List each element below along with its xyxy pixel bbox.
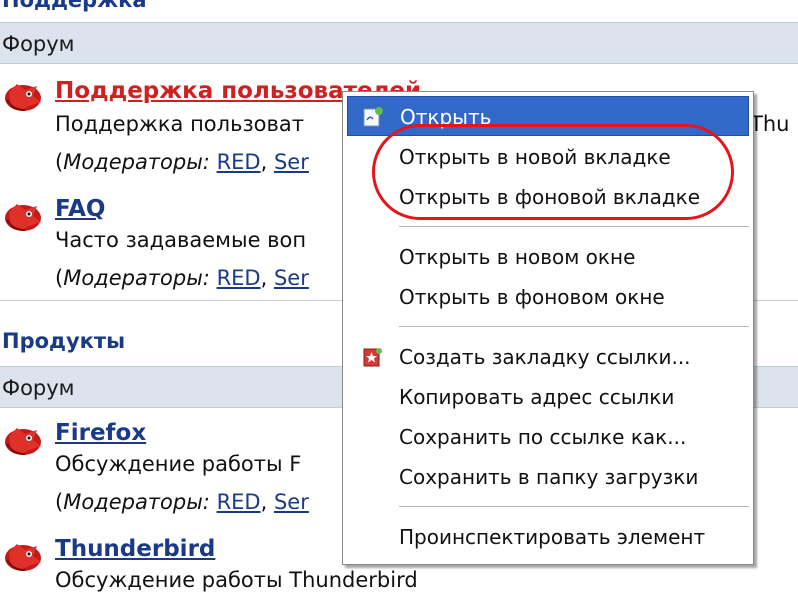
forum-title-link[interactable]: FAQ bbox=[55, 196, 105, 222]
menu-item-open-new-window[interactable]: Открыть в новом окне bbox=[347, 237, 749, 277]
menu-separator bbox=[399, 506, 749, 507]
paren: ( bbox=[55, 266, 64, 290]
forum-description: Поддержка пользоват bbox=[55, 112, 304, 136]
forum-moderators: (Модераторы: RED, Ser bbox=[55, 490, 309, 514]
menu-item-open[interactable]: Открыть bbox=[347, 96, 749, 136]
moderator-link[interactable]: Ser bbox=[274, 266, 309, 290]
bookmark-star-icon bbox=[363, 348, 382, 367]
menu-item-open-background-window[interactable]: Открыть в фоновом окне bbox=[347, 277, 749, 317]
firefox-forum-icon bbox=[5, 544, 41, 571]
comma: , bbox=[260, 266, 268, 290]
forum-description: Обсуждение работы Thunderbird bbox=[55, 568, 418, 592]
forum-column-header: Форум bbox=[0, 22, 798, 64]
menu-item-save-to-downloads[interactable]: Сохранить в папку загрузки bbox=[347, 457, 749, 497]
paren: ( bbox=[55, 490, 64, 514]
menu-item-save-link-as[interactable]: Сохранить по ссылке как... bbox=[347, 417, 749, 457]
menu-item-open-new-tab[interactable]: Открыть в новой вкладке bbox=[347, 137, 749, 177]
context-menu: Открыть Открыть в новой вкладке Открыть … bbox=[342, 91, 754, 565]
comma: , bbox=[260, 490, 268, 514]
menu-item-open-background-tab[interactable]: Открыть в фоновой вкладке bbox=[347, 177, 749, 217]
category-header-support: Поддержка bbox=[0, 0, 798, 18]
moderator-link[interactable]: RED bbox=[217, 266, 261, 290]
menu-item-label: Копировать адрес ссылки bbox=[399, 385, 675, 409]
menu-item-label: Открыть в фоновом окне bbox=[399, 285, 665, 309]
menu-item-label: Сохранить по ссылке как... bbox=[399, 425, 687, 449]
open-page-icon bbox=[363, 107, 383, 127]
menu-item-label: Открыть в новом окне bbox=[399, 245, 636, 269]
menu-item-bookmark-link[interactable]: Создать закладку ссылки... bbox=[347, 337, 749, 377]
moderator-link[interactable]: RED bbox=[217, 490, 261, 514]
menu-item-copy-link[interactable]: Копировать адрес ссылки bbox=[347, 377, 749, 417]
menu-item-label: Проинспектировать элемент bbox=[399, 525, 706, 549]
forum-description: Часто задаваемые воп bbox=[55, 228, 307, 252]
menu-item-inspect-element[interactable]: Проинспектировать элемент bbox=[347, 517, 749, 557]
menu-item-label: Открыть в фоновой вкладке bbox=[399, 185, 701, 209]
moderator-link[interactable]: RED bbox=[217, 150, 261, 174]
moderators-label: Модераторы: bbox=[63, 150, 210, 174]
menu-item-label: Открыть в новой вкладке bbox=[399, 145, 671, 169]
forum-moderators: (Модераторы: RED, Ser bbox=[55, 150, 309, 174]
truncated-text: Thu bbox=[750, 112, 790, 136]
firefox-forum-icon bbox=[5, 84, 41, 111]
forum-moderators: (Модераторы: RED, Ser bbox=[55, 266, 309, 290]
forum-title-link[interactable]: Firefox bbox=[55, 420, 146, 446]
comma: , bbox=[260, 150, 268, 174]
forum-title-link[interactable]: Thunderbird bbox=[55, 536, 215, 562]
moderators-label: Модераторы: bbox=[63, 490, 210, 514]
moderator-link[interactable]: Ser bbox=[274, 150, 309, 174]
firefox-forum-icon bbox=[5, 428, 41, 455]
menu-item-label: Открыть bbox=[400, 105, 492, 129]
forum-description: Обсуждение работы F bbox=[55, 452, 302, 476]
moderators-label: Модераторы: bbox=[63, 266, 210, 290]
menu-item-label: Создать закладку ссылки... bbox=[399, 345, 691, 369]
firefox-forum-icon bbox=[5, 204, 41, 231]
menu-separator bbox=[399, 326, 749, 327]
menu-item-label: Сохранить в папку загрузки bbox=[399, 465, 699, 489]
paren: ( bbox=[55, 150, 64, 174]
moderator-link[interactable]: Ser bbox=[274, 490, 309, 514]
menu-separator bbox=[399, 226, 749, 227]
